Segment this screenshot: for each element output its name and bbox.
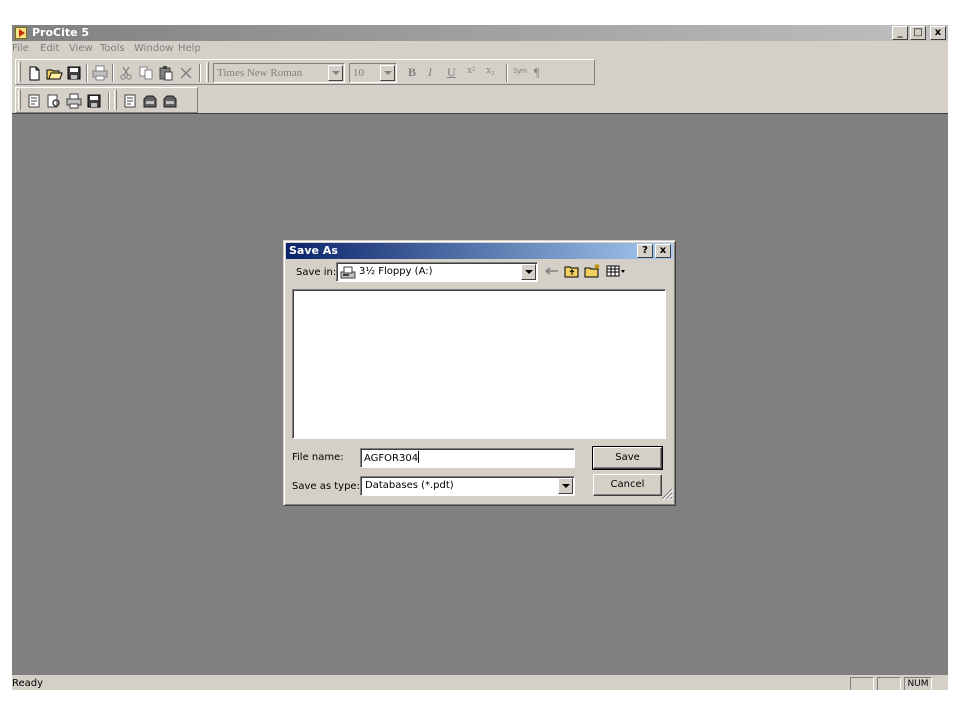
menu-window[interactable]: Window bbox=[134, 43, 173, 54]
toolbar-grip[interactable] bbox=[18, 62, 21, 82]
floppy-drive-icon bbox=[340, 265, 356, 282]
toolbar-grip[interactable] bbox=[18, 90, 21, 110]
menu-bar: File Edit View Tools Window Help bbox=[12, 41, 948, 58]
paste-icon[interactable] bbox=[157, 64, 175, 82]
delete-x-icon[interactable] bbox=[177, 64, 195, 82]
record-icon[interactable] bbox=[121, 92, 139, 110]
file-list[interactable] bbox=[292, 289, 666, 439]
app-title: ProCite 5 bbox=[32, 26, 90, 39]
standard-toolbar: Times New Roman 10 B I U x² x₂ Sym ¶ bbox=[15, 59, 595, 85]
chevron-down-icon[interactable] bbox=[558, 478, 573, 494]
database-toolbar bbox=[15, 87, 198, 113]
minimize-button[interactable]: _ bbox=[892, 26, 908, 40]
database-icon[interactable] bbox=[161, 92, 179, 110]
printer-icon[interactable] bbox=[65, 92, 83, 110]
save-in-label: Save in: bbox=[296, 267, 337, 278]
status-text: Ready bbox=[12, 678, 44, 689]
status-panel bbox=[850, 677, 874, 690]
resize-grip-icon[interactable] bbox=[661, 488, 674, 503]
dialog-title: Save As bbox=[289, 244, 338, 257]
toolbar-grip[interactable] bbox=[206, 62, 209, 82]
menu-edit[interactable]: Edit bbox=[40, 43, 59, 54]
new-document-icon[interactable] bbox=[25, 64, 43, 82]
back-arrow-icon[interactable] bbox=[544, 263, 560, 282]
chevron-down-icon[interactable] bbox=[328, 65, 343, 81]
app-title-bar[interactable]: ProCite 5 _ □ x bbox=[12, 25, 948, 41]
preview-icon[interactable] bbox=[45, 92, 63, 110]
up-folder-icon[interactable] bbox=[564, 263, 580, 282]
font-name-combo[interactable]: Times New Roman bbox=[213, 63, 345, 83]
new-folder-icon[interactable] bbox=[584, 263, 602, 282]
underline-button[interactable]: U bbox=[447, 65, 456, 80]
save-as-type-value: Databases (*.pdt) bbox=[365, 480, 454, 491]
copy-icon[interactable] bbox=[137, 64, 155, 82]
record-icon[interactable] bbox=[25, 92, 43, 110]
symbol-button[interactable]: Sym bbox=[513, 68, 527, 75]
menu-file[interactable]: File bbox=[12, 43, 29, 54]
superscript-button[interactable]: x² bbox=[467, 65, 475, 76]
save-in-combo[interactable]: 3½ Floppy (A:) bbox=[336, 262, 538, 282]
font-name-value: Times New Roman bbox=[217, 67, 303, 79]
save-disk-icon[interactable] bbox=[85, 92, 103, 110]
status-panel bbox=[877, 677, 901, 690]
maximize-button[interactable]: □ bbox=[910, 26, 926, 40]
save-in-value: 3½ Floppy (A:) bbox=[359, 266, 433, 277]
file-name-input[interactable]: AGFOR304 bbox=[360, 448, 575, 468]
chevron-down-icon[interactable] bbox=[521, 264, 536, 280]
save-as-type-combo[interactable]: Databases (*.pdt) bbox=[360, 476, 575, 496]
toolbar-grip[interactable] bbox=[114, 90, 117, 110]
open-folder-icon[interactable] bbox=[45, 64, 63, 82]
view-menu-icon[interactable] bbox=[606, 263, 626, 282]
dialog-title-bar[interactable]: Save As ? x bbox=[286, 243, 673, 259]
save-as-dialog: Save As ? x Save in: 3½ Floppy (A:) File… bbox=[283, 240, 676, 506]
help-button[interactable]: ? bbox=[637, 244, 653, 258]
font-size-value: 10 bbox=[353, 67, 364, 79]
status-bar: Ready NUM bbox=[12, 675, 948, 690]
menu-help[interactable]: Help bbox=[178, 43, 201, 54]
subscript-button[interactable]: x₂ bbox=[486, 65, 495, 76]
chevron-down-icon[interactable] bbox=[380, 65, 395, 81]
procite-app-icon[interactable] bbox=[15, 27, 27, 39]
file-name-value: AGFOR304 bbox=[364, 453, 419, 464]
close-button[interactable]: x bbox=[930, 26, 946, 40]
bold-button[interactable]: B bbox=[408, 65, 416, 80]
scissors-icon[interactable] bbox=[117, 64, 135, 82]
menu-view[interactable]: View bbox=[69, 43, 93, 54]
printer-icon[interactable] bbox=[91, 64, 109, 82]
file-name-label: File name: bbox=[292, 452, 344, 463]
font-size-combo[interactable]: 10 bbox=[349, 63, 397, 83]
italic-button[interactable]: I bbox=[428, 65, 432, 80]
dialog-close-button[interactable]: x bbox=[655, 244, 671, 258]
save-disk-icon[interactable] bbox=[65, 64, 83, 82]
paragraph-button[interactable]: ¶ bbox=[534, 65, 539, 80]
cancel-button[interactable]: Cancel bbox=[593, 474, 662, 496]
save-button[interactable]: Save bbox=[592, 446, 663, 470]
num-lock-indicator: NUM bbox=[904, 677, 932, 690]
save-as-type-label: Save as type: bbox=[292, 481, 360, 492]
database-icon[interactable] bbox=[141, 92, 159, 110]
menu-tools[interactable]: Tools bbox=[100, 43, 125, 54]
